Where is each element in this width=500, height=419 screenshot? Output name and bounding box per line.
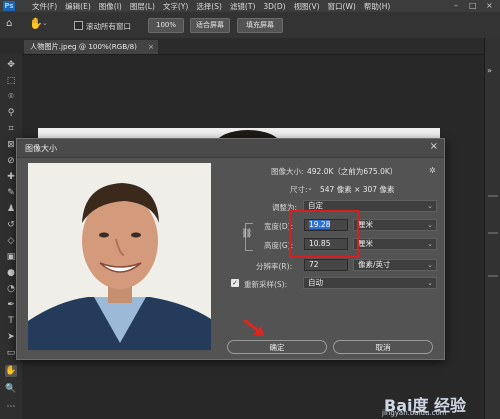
dialog-titlebar[interactable]: 图像大小 × <box>17 139 444 158</box>
minimize-icon[interactable]: – <box>454 0 458 12</box>
menu-help[interactable]: 帮助(H) <box>364 1 391 12</box>
panel-divider <box>488 232 498 234</box>
menu-file[interactable]: 文件(F) <box>32 1 57 12</box>
resample-value: 自动 <box>308 278 323 287</box>
marquee-tool-icon[interactable]: ⬚ <box>5 75 17 87</box>
move-tool-icon[interactable]: ✥ <box>5 59 17 71</box>
menu-3d[interactable]: 3D(D) <box>263 2 285 11</box>
chevron-down-icon: ⌄ <box>427 279 433 287</box>
image-size-value: 492.0K（之前为675.0K） <box>307 167 398 176</box>
tab-close-icon[interactable]: × <box>148 40 154 54</box>
fill-screen-button[interactable]: 填充屏幕 <box>237 18 283 33</box>
fit-screen-button[interactable]: 适合屏幕 <box>190 18 230 33</box>
link-icon[interactable]: ⛓ <box>241 229 252 239</box>
resolution-unit: 像素/英寸 <box>358 260 391 269</box>
document-tab[interactable]: 人物图片.jpeg @ 100%(RGB/8) × <box>24 40 158 54</box>
hand-tool-icon[interactable]: ✋ <box>29 17 43 30</box>
width-unit: 厘米 <box>358 220 373 229</box>
portrait-photo <box>28 163 211 350</box>
home-icon[interactable]: ⌂ <box>6 18 12 29</box>
image-size-dialog: 图像大小 × 图像大小: 492.0K（之前为675.0K） ✲ 尺寸: ⌄ 5… <box>16 138 445 360</box>
image-preview[interactable] <box>28 163 211 350</box>
zoom-tool-icon[interactable]: 🔍 <box>5 383 17 395</box>
baidu-watermark: Bai度 经验 jingyan.baidu.com <box>382 392 498 418</box>
more-tools-icon[interactable]: ⋯ <box>5 401 17 413</box>
dialog-title: 图像大小 <box>25 144 57 153</box>
annotation-arrow-icon <box>243 318 264 336</box>
menu-edit[interactable]: 编辑(E) <box>65 1 91 12</box>
width-unit-select[interactable]: 厘米 ⌄ <box>353 219 437 231</box>
close-icon[interactable]: × <box>430 141 438 152</box>
image-size-label: 图像大小: <box>271 167 304 176</box>
scroll-all-label: 滚动所有窗口 <box>86 22 131 31</box>
height-unit: 厘米 <box>358 239 373 248</box>
cancel-button[interactable]: 取消 <box>333 340 433 354</box>
options-bar: ⌂ ✋ ⌄ 滚动所有窗口 100% 适合屏幕 填充屏幕 <box>0 12 500 39</box>
panel-divider <box>488 195 498 197</box>
panel-divider <box>488 275 498 277</box>
menu-image[interactable]: 图像(I) <box>99 1 122 12</box>
menu-filter[interactable]: 滤镜(T) <box>230 1 255 12</box>
dimensions-chevron-icon[interactable]: ⌄ <box>307 184 313 192</box>
ok-button[interactable]: 确定 <box>227 340 327 354</box>
panel-arrow-icon[interactable]: » <box>487 66 492 75</box>
height-unit-select[interactable]: 厘米 ⌄ <box>353 238 437 250</box>
tool-preset-chevron-icon[interactable]: ⌄ <box>42 19 48 27</box>
zoom-100-button[interactable]: 100% <box>148 18 184 33</box>
chevron-down-icon: ⌄ <box>427 261 433 269</box>
menu-select[interactable]: 选择(S) <box>196 1 222 12</box>
resolution-input[interactable]: 72 <box>304 259 348 271</box>
watermark-url: jingyan.baidu.com <box>382 409 447 417</box>
chevron-down-icon: ⌄ <box>427 202 433 210</box>
chevron-down-icon: ⌄ <box>427 240 433 248</box>
menu-window[interactable]: 窗口(W) <box>328 1 356 12</box>
resolution-label: 分辨率(R): <box>256 262 293 271</box>
menu-layer[interactable]: 图层(L) <box>130 1 155 12</box>
document-tab-label: 人物图片.jpeg @ 100%(RGB/8) <box>30 42 137 51</box>
dimensions-label: 尺寸: <box>290 185 308 194</box>
maximize-icon[interactable]: □ <box>469 0 477 12</box>
menu-view[interactable]: 视图(V) <box>294 1 320 12</box>
dimensions-value: 547 像素 × 307 像素 <box>320 185 395 194</box>
resolution-unit-select[interactable]: 像素/英寸 ⌄ <box>353 259 437 271</box>
resample-checkbox[interactable]: ✓ <box>231 279 239 287</box>
resample-label: 重新采样(S): <box>244 280 288 289</box>
right-panel-strip: » <box>484 38 500 419</box>
fit-to-value: 自定 <box>308 201 323 210</box>
settings-gear-icon[interactable]: ✲ <box>429 166 436 175</box>
resample-select[interactable]: 自动 ⌄ <box>303 277 437 289</box>
menubar: Ps 文件(F) 编辑(E) 图像(I) 图层(L) 文字(Y) 选择(S) 滤… <box>0 0 500 12</box>
menu-type[interactable]: 文字(Y) <box>163 1 188 12</box>
chevron-down-icon: ⌄ <box>427 221 433 229</box>
resolution-value: 72 <box>309 260 319 269</box>
crop-tool-icon[interactable]: ⌗ <box>5 123 17 135</box>
menu-bar-items: 文件(F) 编辑(E) 图像(I) 图层(L) 文字(Y) 选择(S) 滤镜(T… <box>32 0 390 12</box>
app-logo: Ps <box>3 1 15 11</box>
scroll-all-checkbox[interactable] <box>74 21 83 30</box>
lasso-tool-icon[interactable]: ⌾ <box>5 91 17 103</box>
hand-tool-active-icon[interactable]: ✋ <box>5 365 17 377</box>
quick-select-tool-icon[interactable]: ⚲ <box>5 107 17 119</box>
close-window-icon[interactable]: × <box>486 0 493 12</box>
annotation-highlight-box <box>289 210 359 258</box>
